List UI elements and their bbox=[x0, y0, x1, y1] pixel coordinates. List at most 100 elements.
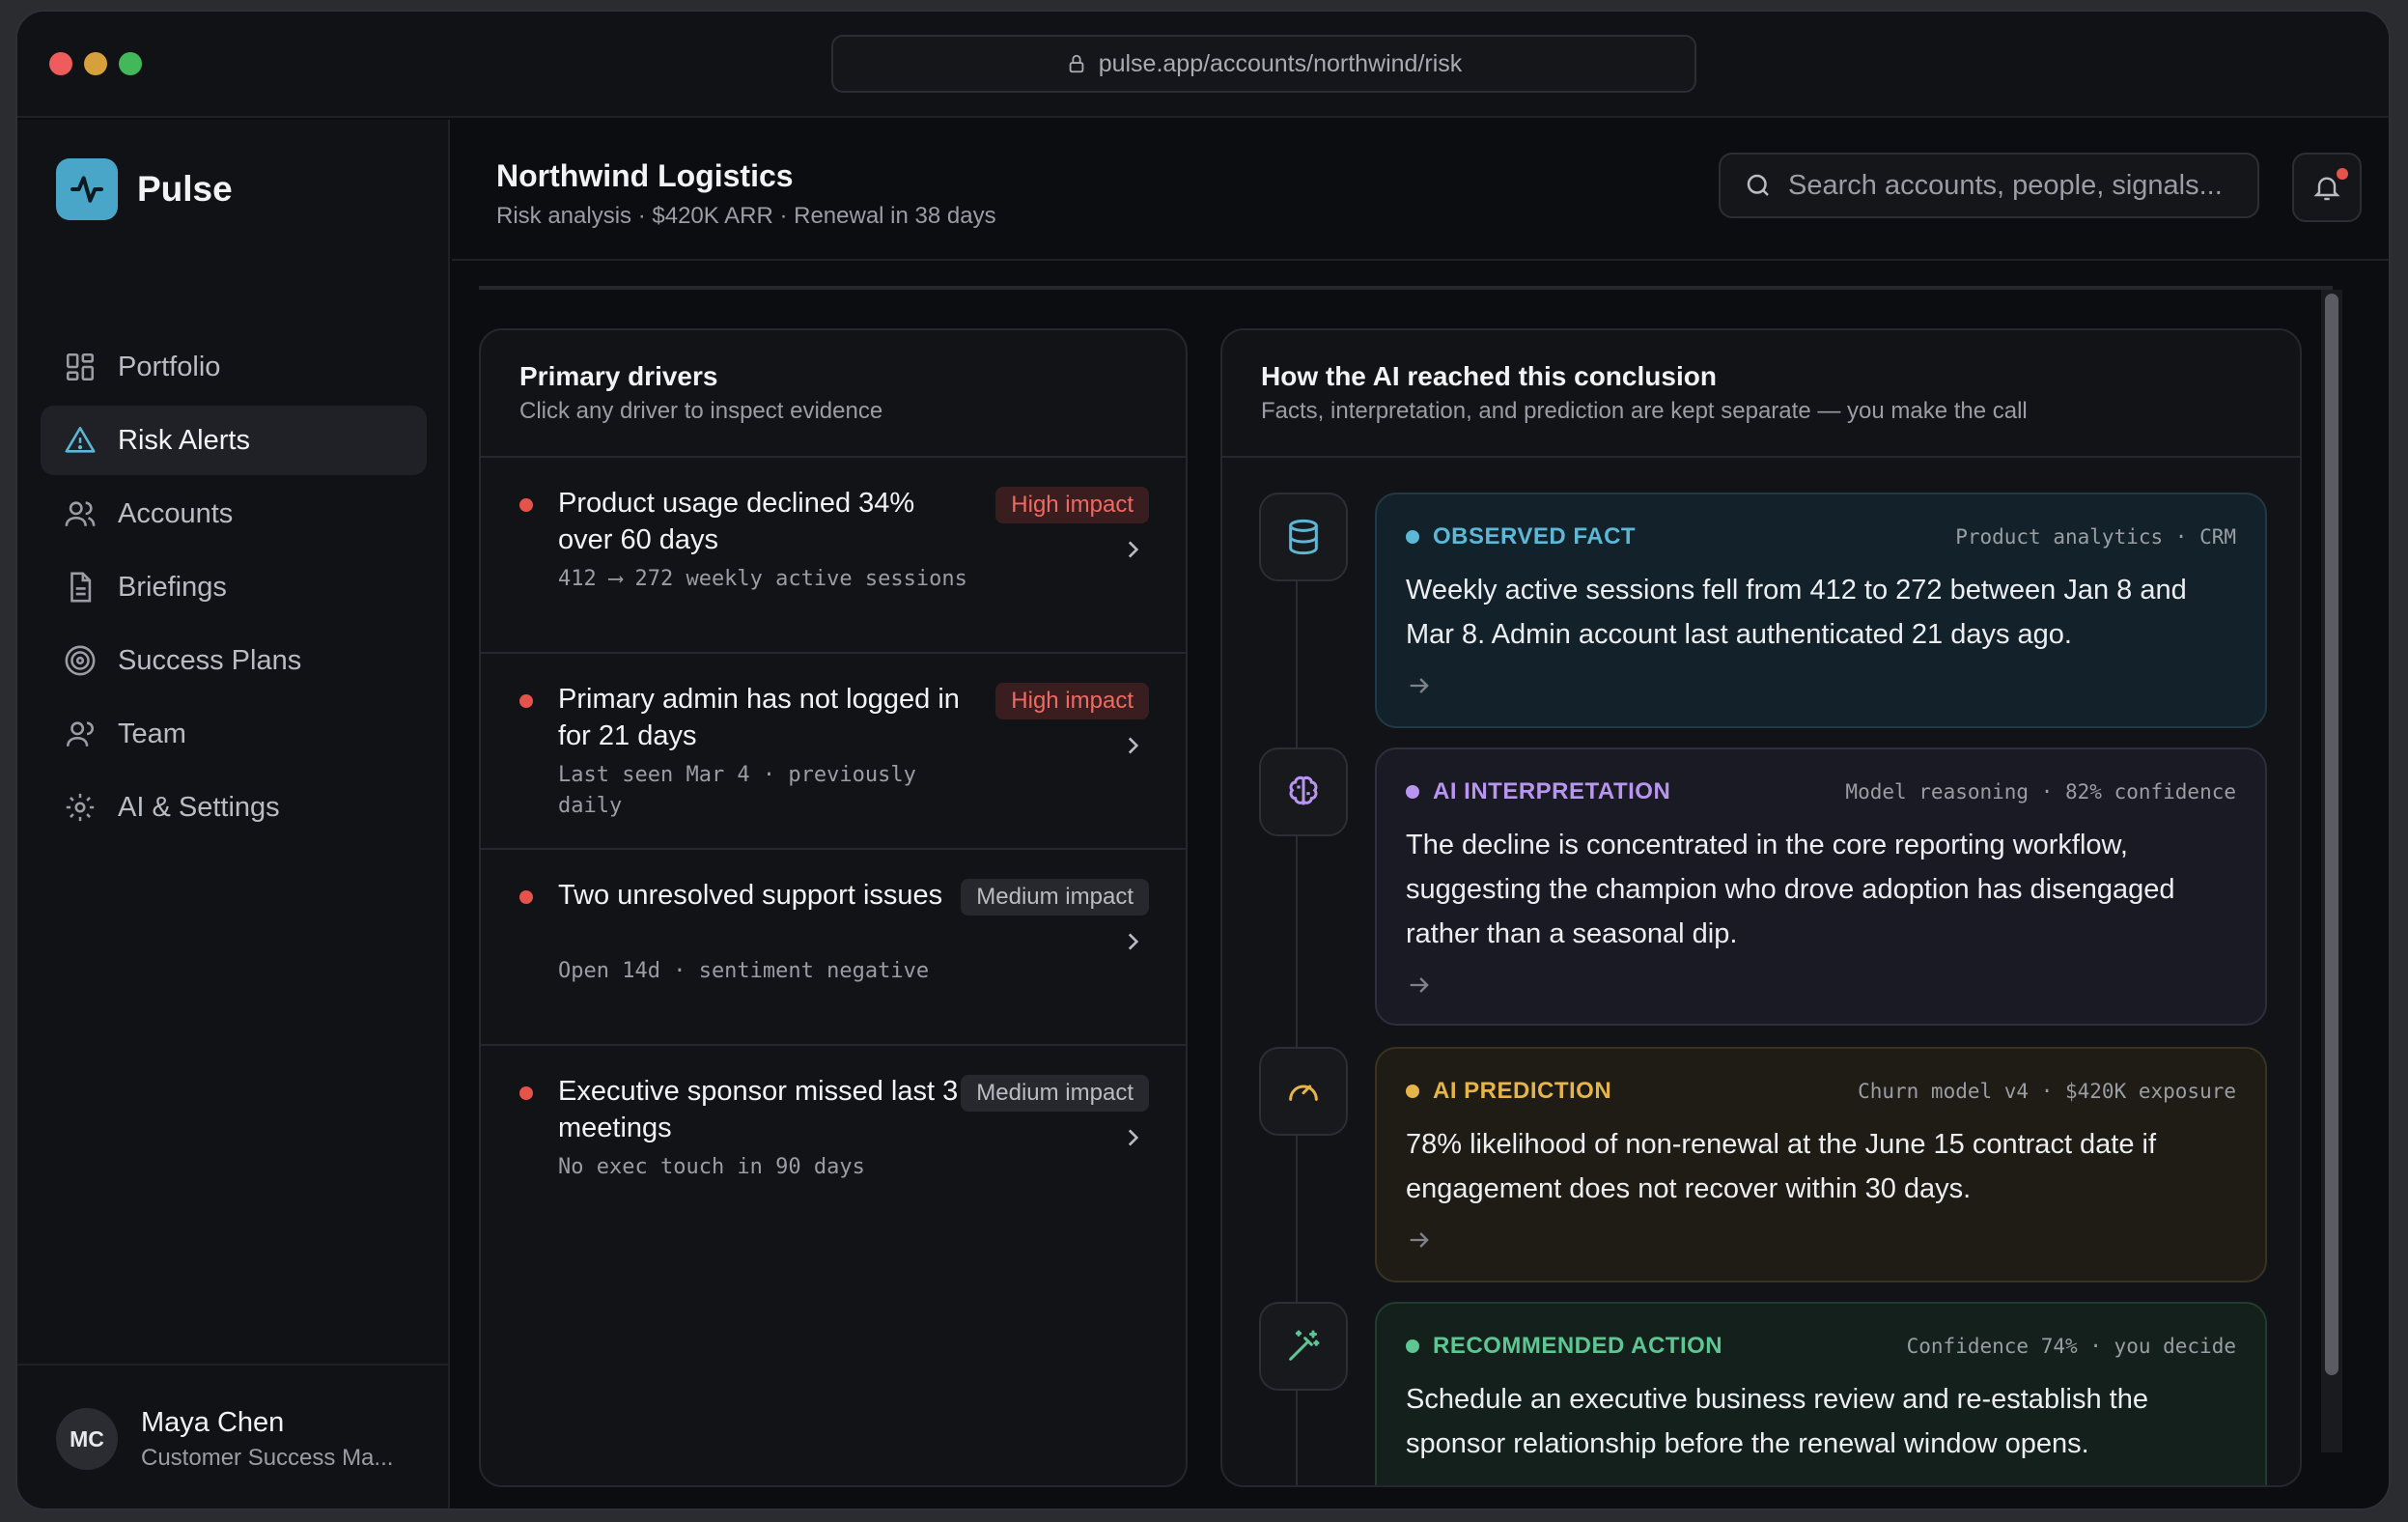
page-title: Northwind Logistics bbox=[496, 158, 794, 193]
panel-title: How the AI reached this conclusion bbox=[1261, 361, 1717, 391]
primary-drivers-panel: Primary drivers Click any driver to insp… bbox=[479, 328, 1188, 1487]
minimize-window-button[interactable] bbox=[84, 52, 107, 75]
driver-meta: Last seen Mar 4 · previously daily bbox=[558, 763, 916, 818]
driver-meta: Open 14d · sentiment negative bbox=[558, 959, 930, 983]
user-role: Customer Success Ma... bbox=[141, 1444, 394, 1471]
card-body: Weekly active sessions fell from 412 to … bbox=[1406, 575, 2187, 650]
sidebar-item-label: Team bbox=[118, 718, 186, 749]
card-body: The decline is concentrated in the core … bbox=[1406, 830, 2175, 949]
driver-meta: No exec touch in 90 days bbox=[558, 1155, 865, 1179]
sidebar-item-label: Briefings bbox=[118, 571, 227, 603]
impact-badge: Medium impact bbox=[961, 879, 1149, 916]
driver-title: Product usage declined 34% over 60 days bbox=[558, 488, 915, 555]
notifications-button[interactable] bbox=[2292, 153, 2362, 222]
target-icon bbox=[65, 645, 96, 676]
sidebar-item-label: Accounts bbox=[118, 497, 234, 529]
driver-title: Two unresolved support issues bbox=[558, 880, 943, 911]
risk-dot bbox=[519, 694, 533, 708]
card-tag: AI INTERPRETATION bbox=[1406, 778, 1670, 805]
document-icon bbox=[70, 572, 92, 603]
card-source: Churn model v4 · $420K exposure bbox=[1858, 1080, 2236, 1103]
card-tag-label: OBSERVED FACT bbox=[1433, 523, 1637, 550]
arrow-right-icon[interactable] bbox=[1406, 672, 1433, 699]
grid-icon bbox=[66, 352, 95, 381]
card-tag: OBSERVED FACT bbox=[1406, 523, 1636, 550]
arrow-right-icon[interactable] bbox=[1406, 972, 1433, 999]
sidebar-item-ai-settings[interactable]: AI & Settings bbox=[41, 773, 427, 842]
driver-title: Primary admin has not logged in for 21 d… bbox=[558, 684, 960, 751]
sidebar-item-success-plans[interactable]: Success Plans bbox=[41, 626, 427, 695]
gear-icon bbox=[66, 793, 95, 822]
sidebar-item-label: Success Plans bbox=[118, 644, 302, 676]
observed-fact-card[interactable]: OBSERVED FACT Product analytics · CRM We… bbox=[1375, 493, 2267, 728]
brand[interactable]: Pulse bbox=[56, 158, 233, 220]
database-icon bbox=[1259, 493, 1348, 581]
page-header: Northwind Logistics Risk analysis · $420… bbox=[452, 120, 2389, 261]
content-divider bbox=[479, 286, 2333, 290]
title-bar: pulse.app/accounts/northwind/risk bbox=[17, 12, 2389, 118]
card-tag-label: AI PREDICTION bbox=[1433, 1078, 1612, 1104]
search-icon bbox=[1747, 174, 1769, 196]
alert-triangle-icon bbox=[65, 426, 96, 453]
sidebar-item-team[interactable]: Team bbox=[41, 699, 427, 769]
sidebar-item-label: AI & Settings bbox=[118, 791, 280, 823]
lock-icon bbox=[1069, 54, 1084, 73]
address-bar[interactable]: pulse.app/accounts/northwind/risk bbox=[831, 35, 1696, 93]
card-source: Model reasoning · 82% confidence bbox=[1845, 780, 2236, 803]
close-window-button[interactable] bbox=[49, 52, 72, 75]
panel-subtitle: Facts, interpretation, and prediction ar… bbox=[1261, 398, 2028, 424]
arrow-right-icon[interactable] bbox=[1406, 1226, 1433, 1254]
card-tag-label: RECOMMENDED ACTION bbox=[1433, 1333, 1723, 1359]
impact-badge: High impact bbox=[995, 683, 1149, 719]
risk-dot bbox=[519, 1086, 533, 1100]
sidebar-item-label: Portfolio bbox=[118, 351, 221, 382]
sidebar-item-label: Risk Alerts bbox=[118, 424, 250, 456]
sidebar-item-portfolio[interactable]: Portfolio bbox=[41, 332, 427, 402]
user-icon bbox=[66, 721, 94, 747]
card-body: Schedule an executive business review an… bbox=[1406, 1384, 2148, 1459]
scrollbar-thumb[interactable] bbox=[2325, 294, 2338, 1375]
chevron-right-icon bbox=[1128, 541, 1139, 558]
chevron-right-icon bbox=[1128, 933, 1139, 950]
sidebar-item-accounts[interactable]: Accounts bbox=[41, 479, 427, 549]
avatar: MC bbox=[56, 1408, 118, 1470]
page-subtitle: Risk analysis · $420K ARR · Renewal in 3… bbox=[496, 203, 996, 229]
card-source: Product analytics · CRM bbox=[1955, 525, 2236, 549]
sidebar-nav: Portfolio Risk Alerts Accounts Briefings… bbox=[41, 332, 427, 846]
driver-item[interactable]: Primary admin has not logged in for 21 d… bbox=[481, 654, 1186, 850]
panel-header: How the AI reached this conclusion Facts… bbox=[1222, 330, 2300, 458]
ai-interpretation-card[interactable]: AI INTERPRETATION Model reasoning · 82% … bbox=[1375, 747, 2267, 1026]
risk-dot bbox=[519, 498, 533, 512]
driver-item[interactable]: Product usage declined 34% over 60 days … bbox=[481, 458, 1186, 654]
card-tag: RECOMMENDED ACTION bbox=[1406, 1333, 1722, 1360]
impact-badge: High impact bbox=[995, 487, 1149, 523]
impact-badge: Medium impact bbox=[961, 1075, 1149, 1112]
chevron-right-icon bbox=[1128, 1129, 1139, 1146]
maximize-window-button[interactable] bbox=[119, 52, 142, 75]
sidebar-item-briefings[interactable]: Briefings bbox=[41, 552, 427, 622]
ai-prediction-card[interactable]: AI PREDICTION Churn model v4 · $420K exp… bbox=[1375, 1047, 2267, 1282]
driver-title: Executive sponsor missed last 3 meetings bbox=[558, 1076, 959, 1143]
brand-name: Pulse bbox=[137, 169, 233, 209]
magic-wand-icon bbox=[1259, 1302, 1348, 1391]
chevron-right-icon bbox=[1128, 737, 1139, 754]
panel-title: Primary drivers bbox=[519, 361, 718, 391]
recommended-action-card[interactable]: RECOMMENDED ACTION Confidence 74% · you … bbox=[1375, 1302, 2267, 1485]
ai-reasoning-panel: How the AI reached this conclusion Facts… bbox=[1220, 328, 2302, 1487]
notification-badge bbox=[2337, 168, 2348, 180]
driver-item[interactable]: Executive sponsor missed last 3 meetings… bbox=[481, 1046, 1186, 1242]
search-input[interactable]: Search accounts, people, signals... bbox=[1719, 153, 2259, 218]
card-body: 78% likelihood of non-renewal at the Jun… bbox=[1406, 1129, 2157, 1204]
gauge-icon bbox=[1259, 1047, 1348, 1136]
search-placeholder: Search accounts, people, signals... bbox=[1788, 169, 2223, 201]
panel-subtitle: Click any driver to inspect evidence bbox=[519, 398, 883, 424]
user-profile[interactable]: MC Maya Chen Customer Success Ma... bbox=[17, 1364, 448, 1508]
card-source: Confidence 74% · you decide bbox=[1906, 1335, 2236, 1358]
driver-meta: 412 ⟶ 272 weekly active sessions bbox=[558, 567, 967, 591]
sidebar-item-risk-alerts[interactable]: Risk Alerts bbox=[41, 406, 427, 475]
users-icon bbox=[65, 501, 96, 526]
brain-icon bbox=[1259, 747, 1348, 836]
driver-item[interactable]: Two unresolved support issues Open 14d ·… bbox=[481, 850, 1186, 1046]
pulse-logo-icon bbox=[56, 158, 118, 220]
panel-header: Primary drivers Click any driver to insp… bbox=[481, 330, 1186, 458]
